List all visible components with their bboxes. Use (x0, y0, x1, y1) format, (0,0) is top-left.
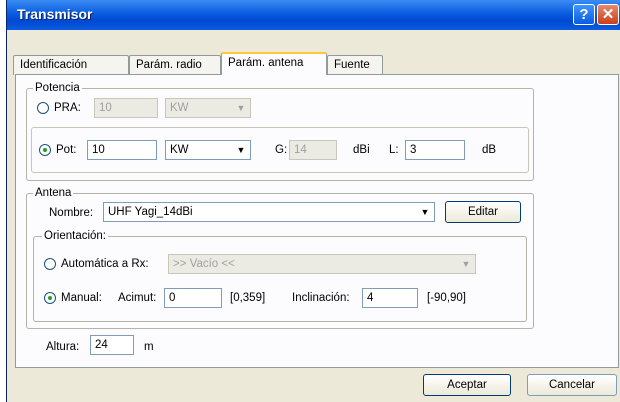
pra-label: PRA: (54, 102, 81, 114)
tab-param-antena[interactable]: Parám. antena (221, 52, 327, 75)
acimut-label: Acimut: (118, 292, 157, 304)
l-value: 3 (410, 144, 417, 156)
orientacion-legend: Orientación: (42, 230, 109, 242)
automatica-select[interactable]: >> Vacío << ▼ (168, 254, 476, 274)
inclinacion-input[interactable]: 4 (362, 288, 418, 308)
potencia-group: Potencia PRA: 10 KW ▼ Pot: 10 KW ▼ G: 14 (26, 82, 534, 181)
pra-unit-value: KW (170, 102, 189, 114)
transmisor-dialog: Transmisor ? ✕ Identificación Parám. rad… (6, 0, 620, 402)
tab-label: Fuente (334, 59, 370, 71)
tab-label: Parám. antena (228, 57, 304, 69)
altura-input[interactable]: 24 (90, 335, 134, 355)
close-button[interactable]: ✕ (597, 4, 619, 25)
g-label: G: (275, 144, 288, 156)
l-unit: dB (482, 144, 497, 156)
acimut-range: [0,359] (230, 292, 266, 304)
altura-value: 24 (95, 339, 108, 351)
chevron-down-icon: ▼ (236, 145, 246, 155)
aceptar-button[interactable]: Aceptar (423, 374, 511, 396)
antena-group: Antena Nombre: UHF Yagi_14dBi ▼ Editar O… (26, 187, 534, 329)
g-value: 14 (294, 144, 307, 156)
inclinacion-range: [-90,90] (427, 292, 466, 304)
altura-unit: m (144, 341, 154, 353)
window-title: Transmisor (17, 6, 93, 22)
chevron-down-icon: ▼ (236, 103, 246, 113)
tab-label: Parám. radio (136, 59, 202, 71)
inclinacion-label: Inclinación: (292, 292, 350, 304)
pra-value: 10 (99, 102, 112, 114)
tab-param-radio[interactable]: Parám. radio (129, 55, 221, 75)
g-input: 14 (289, 140, 337, 160)
help-icon: ? (579, 6, 589, 23)
antena-legend: Antena (33, 187, 74, 199)
editar-button[interactable]: Editar (445, 201, 521, 223)
editar-label: Editar (467, 206, 499, 218)
pot-unit-select[interactable]: KW ▼ (165, 140, 251, 160)
automatica-value: >> Vacío << (173, 258, 235, 270)
tab-label: Identificación (20, 59, 88, 71)
inclinacion-value: 4 (367, 292, 374, 304)
pra-radio[interactable] (37, 102, 49, 114)
pot-unit-value: KW (170, 144, 189, 156)
automatica-label: Automática a Rx: (61, 258, 149, 270)
nombre-value: UHF Yagi_14dBi (108, 206, 193, 218)
pot-value: 10 (92, 144, 105, 156)
acimut-value: 0 (169, 292, 176, 304)
aceptar-label: Aceptar (447, 379, 487, 391)
g-unit: dBi (353, 144, 370, 156)
close-icon: ✕ (601, 6, 615, 23)
potencia-legend: Potencia (33, 82, 82, 94)
pot-radio[interactable] (39, 144, 51, 156)
nombre-label: Nombre: (49, 207, 94, 219)
help-button[interactable]: ? (573, 4, 595, 25)
tab-fuente[interactable]: Fuente (327, 55, 383, 75)
chevron-down-icon: ▼ (420, 207, 430, 217)
altura-label: Altura: (46, 341, 80, 353)
orientacion-group: Orientación: Automática a Rx: >> Vacío <… (33, 230, 527, 322)
cancelar-label: Cancelar (548, 379, 596, 391)
l-label: L: (389, 144, 399, 156)
chevron-down-icon: ▼ (461, 259, 471, 269)
tab-identificacion[interactable]: Identificación (13, 55, 129, 75)
pot-label: Pot: (56, 144, 77, 156)
nombre-select[interactable]: UHF Yagi_14dBi ▼ (103, 202, 435, 222)
automatica-radio[interactable] (44, 258, 56, 270)
manual-label: Manual: (61, 292, 102, 304)
l-input[interactable]: 3 (405, 140, 465, 160)
acimut-input[interactable]: 0 (164, 288, 222, 308)
cancelar-button[interactable]: Cancelar (527, 374, 617, 396)
manual-radio[interactable] (44, 292, 56, 304)
pot-input[interactable]: 10 (87, 140, 157, 160)
pra-input[interactable]: 10 (94, 98, 158, 118)
title-bar[interactable]: Transmisor ? ✕ (7, 0, 620, 30)
tab-panel: Potencia PRA: 10 KW ▼ Pot: 10 KW ▼ G: 14 (15, 74, 619, 368)
pra-unit-select[interactable]: KW ▼ (165, 98, 251, 118)
